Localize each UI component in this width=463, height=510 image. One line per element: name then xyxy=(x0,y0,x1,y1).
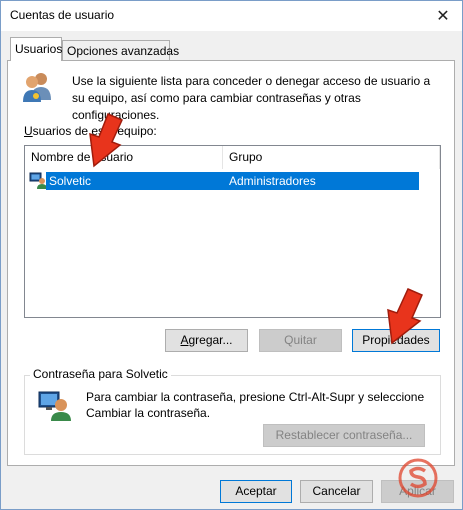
users-icon xyxy=(23,73,51,102)
cancel-button[interactable]: Cancelar xyxy=(300,480,373,503)
add-user-button[interactable]: Agregar... xyxy=(165,329,248,352)
tab-usuarios[interactable]: Usuarios xyxy=(10,37,62,61)
row-name: Solvetic xyxy=(49,174,92,188)
row-group: Administradores xyxy=(229,174,316,188)
users-listview[interactable] xyxy=(24,145,441,318)
reset-password-button[interactable]: Restablecer contraseña... xyxy=(263,424,425,447)
close-icon: ✕ xyxy=(436,8,450,25)
tab-opciones-avanzadas[interactable]: Opciones avanzadas xyxy=(62,40,179,60)
column-header-group[interactable]: Grupo xyxy=(223,146,440,169)
watermark-logo-icon xyxy=(398,458,438,498)
password-group-label: Contraseña para Solvetic xyxy=(30,367,171,381)
description-text: Use la siguiente lista para conceder o d… xyxy=(72,74,431,122)
remove-user-button[interactable]: Quitar xyxy=(259,329,342,352)
tab-label: Usuarios xyxy=(15,42,63,56)
tab-label: Opciones avanzadas xyxy=(67,44,180,58)
window-title: Cuentas de usuario xyxy=(10,8,115,22)
column-header-name[interactable]: Nombre de usuario xyxy=(25,146,223,169)
properties-button[interactable]: Propiedades xyxy=(352,329,440,352)
ok-button[interactable]: Aceptar xyxy=(220,480,292,503)
close-button[interactable]: ✕ xyxy=(424,1,462,31)
user-icon xyxy=(38,391,71,421)
users-list-label: Usuarios de este equipo: xyxy=(24,124,157,138)
user-monitor-icon xyxy=(29,172,47,189)
password-instructions: Para cambiar la contraseña, presione Ctr… xyxy=(86,390,425,420)
